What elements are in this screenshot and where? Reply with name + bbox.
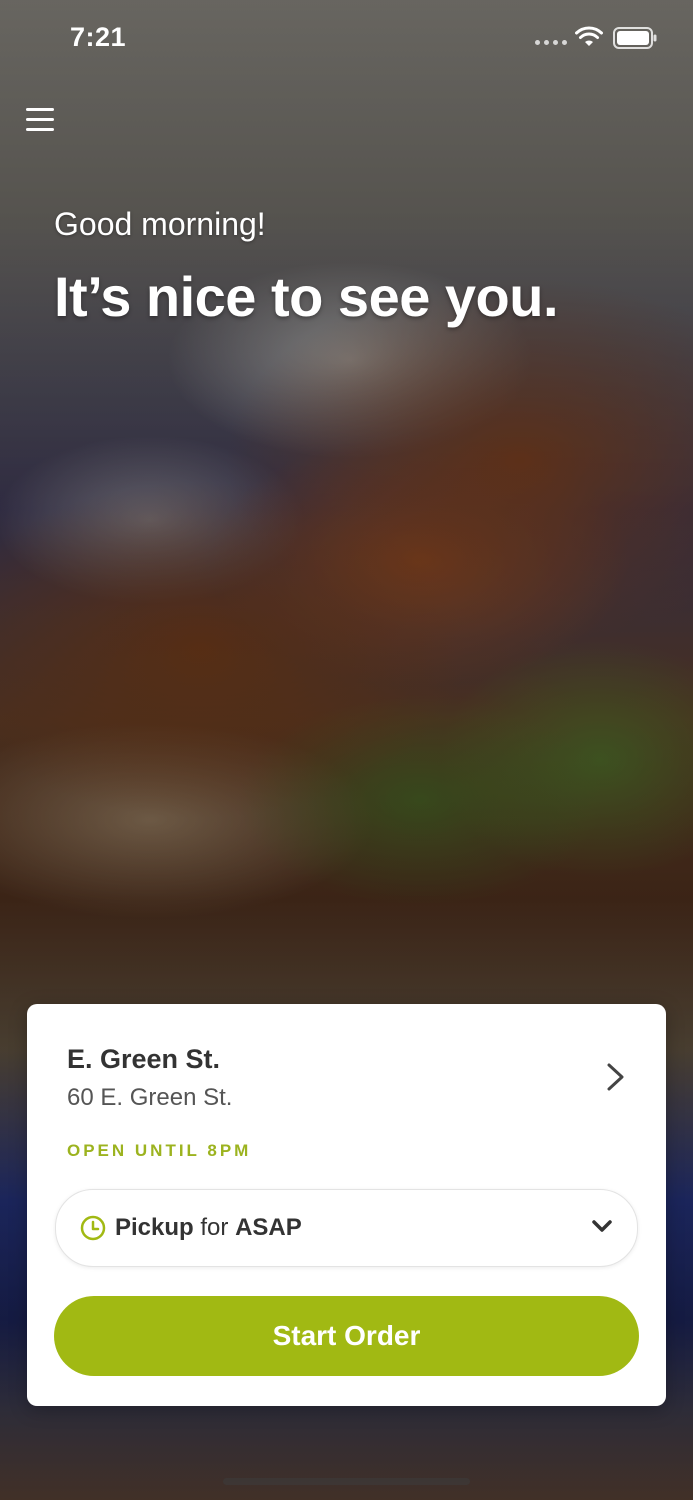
cellular-signal-icon [535, 40, 567, 45]
pickup-connector: for [200, 1214, 229, 1241]
clock-icon [80, 1215, 106, 1241]
open-hours-label: OPEN UNTIL 8PM [67, 1141, 252, 1160]
battery-icon [613, 27, 657, 49]
pickup-time-select[interactable]: Pickup for ASAP [55, 1189, 638, 1267]
location-address: 60 E. Green St. [67, 1084, 233, 1111]
location-card: E. Green St. 60 E. Green St. OPEN UNTIL … [27, 1004, 666, 1406]
chevron-down-icon [592, 1220, 612, 1232]
status-time: 7:21 [70, 22, 127, 52]
location-name[interactable]: E. Green St. [67, 1044, 220, 1075]
home-indicator[interactable] [223, 1478, 470, 1485]
headline-text: It’s nice to see you. [54, 265, 559, 328]
pickup-summary: Pickup for ASAP [115, 1214, 302, 1242]
chevron-right-icon[interactable] [605, 1062, 627, 1092]
hamburger-menu-icon[interactable] [26, 106, 54, 132]
pickup-time: ASAP [235, 1214, 302, 1241]
greeting-text: Good morning! [54, 206, 266, 242]
wifi-icon [575, 26, 603, 46]
start-order-button[interactable]: Start Order [54, 1296, 639, 1376]
home-screen: 7:21 Good morning! It’s nice to see you.… [0, 0, 693, 1500]
pickup-mode: Pickup [115, 1214, 194, 1241]
status-bar: 7:21 [0, 0, 693, 80]
